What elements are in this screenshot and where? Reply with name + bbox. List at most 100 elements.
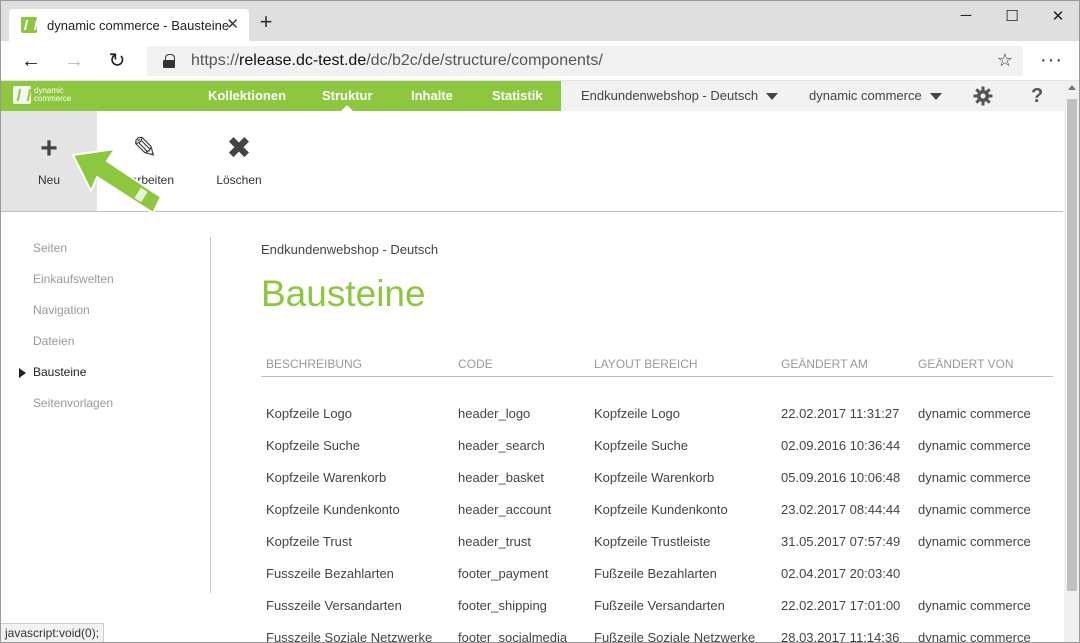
maximize-icon[interactable]: ☐ [989, 7, 1035, 25]
table-cell: dynamic commerce [918, 502, 1031, 517]
table-cell: 22.02.2017 11:31:27 [781, 406, 900, 421]
table-cell: 23.02.2017 08:44:44 [781, 502, 901, 517]
logo-text: dynamic commerce [34, 86, 72, 103]
x-icon: ✖ [226, 132, 252, 165]
table-cell: dynamic commerce [918, 630, 1031, 643]
minimize-icon[interactable]: ─ [943, 7, 989, 24]
table-cell: Fusszeile Soziale Netzwerke [266, 630, 433, 643]
table-row[interactable]: Kopfzeile Trust header_trust Kopfzeile Tru… [261, 534, 1053, 566]
sidebar-item-bausteine[interactable]: Bausteine [18, 365, 86, 379]
table-row[interactable]: Fusszeile Versandarten footer_shipping Fuß… [261, 598, 1053, 630]
table-cell: header_trust [458, 534, 531, 549]
page-title: Bausteine [261, 273, 426, 314]
lock-icon [163, 54, 175, 68]
table-cell: footer_payment [458, 566, 549, 581]
chevron-down-icon [766, 93, 779, 101]
sidebar-item-seiten[interactable]: Seiten [33, 241, 67, 255]
page-scrollbar[interactable] [1064, 81, 1079, 642]
column-header[interactable]: GEÄNDERT AM [781, 357, 868, 371]
table-cell: dynamic commerce [918, 598, 1031, 613]
refresh-icon[interactable]: ↻ [105, 49, 129, 73]
dc-favicon-icon [21, 17, 37, 33]
table-cell: Kopfzeile Kundenkonto [266, 502, 400, 517]
more-menu-icon[interactable]: ··· [1040, 49, 1063, 72]
tab-title: dynamic commerce - Bausteine [47, 17, 230, 33]
nav-kollektionen[interactable]: Kollektionen [208, 81, 286, 111]
close-window-icon[interactable]: ✕ [1035, 7, 1079, 25]
table-row[interactable]: Kopfzeile Kundenkonto header_account Kopfz… [261, 502, 1053, 534]
table-cell: header_search [458, 438, 545, 453]
table-row[interactable]: Fusszeile Soziale Netzwerke footer_social… [261, 630, 1053, 643]
column-header[interactable]: CODE [458, 357, 493, 371]
forward-icon[interactable]: → [62, 49, 86, 73]
nav-inhalte[interactable]: Inhalte [411, 81, 453, 111]
gear-icon[interactable] [973, 86, 993, 106]
dc-logo-icon [13, 86, 31, 104]
table-cell: Kopfzeile Warenkorb [594, 470, 715, 485]
table-cell: Kopfzeile Trust [266, 534, 352, 549]
table-cell: Kopfzeile Suche [594, 438, 688, 453]
table-cell: header_basket [458, 470, 545, 485]
table-cell: 02.04.2017 20:03:40 [781, 566, 901, 581]
tab-close-icon[interactable]: ✕ [226, 15, 239, 33]
url-field[interactable]: https://release.dc-test.de/dc/b2c/de/str… [147, 46, 1023, 76]
scroll-up-icon[interactable] [1068, 85, 1076, 90]
tab-bar: dynamic commerce - Bausteine ✕ + ─ ☐ ✕ [1, 1, 1079, 41]
sidebar-item-einkaufswelten[interactable]: Einkaufswelten [33, 272, 114, 286]
back-icon[interactable]: ← [19, 49, 43, 73]
url-text: https://release.dc-test.de/dc/b2c/de/str… [191, 52, 603, 69]
new-tab-icon[interactable]: + [254, 11, 278, 35]
table-row[interactable]: Kopfzeile Warenkorb header_basket Kopfzeil… [261, 470, 1053, 502]
sidebar-item-dateien[interactable]: Dateien [33, 334, 74, 348]
company-selector[interactable]: dynamic commerce [809, 81, 942, 111]
nav-struktur[interactable]: Struktur [322, 81, 373, 111]
breadcrumb: Endkundenwebshop - Deutsch [261, 242, 439, 257]
table-row[interactable]: Kopfzeile Suche header_search Kopfzeile Su… [261, 438, 1053, 470]
browser-tab[interactable]: dynamic commerce - Bausteine ✕ [9, 9, 249, 41]
table-cell: dynamic commerce [918, 534, 1031, 549]
table-cell: Fußzeile Bezahlarten [594, 566, 717, 581]
delete-button[interactable]: ✖ Löschen [191, 111, 287, 211]
table-header: BESCHREIBUNG CODE LAYOUT BEREICH GEÄNDER… [261, 357, 1053, 377]
table-cell: Fußzeile Soziale Netzwerke [594, 630, 756, 643]
structure-sidebar: Seiten Einkaufswelten Navigation Dateien… [1, 237, 211, 593]
browser-window: dynamic commerce - Bausteine ✕ + ─ ☐ ✕ ←… [0, 0, 1080, 643]
app-nav-bar: dynamic commerce Kollektionen Struktur I… [1, 81, 561, 111]
shop-selector[interactable]: Endkundenwebshop - Deutsch [581, 81, 779, 111]
table-cell: 22.02.2017 17:01:00 [781, 598, 901, 613]
table-cell: Kopfzeile Logo [266, 406, 353, 421]
table-row[interactable]: Fusszeile Bezahlarten footer_payment Fußze… [261, 566, 1053, 598]
table-cell: 28.03.2017 11:14:36 [781, 630, 900, 643]
table-cell: dynamic commerce [918, 438, 1031, 453]
table-cell: Kopfzeile Kundenkonto [594, 502, 728, 517]
hint-arrow-icon [71, 147, 163, 215]
favorite-star-icon[interactable]: ☆ [997, 50, 1013, 71]
dc-logo[interactable]: dynamic commerce [13, 86, 78, 104]
table-cell: footer_shipping [458, 598, 547, 613]
table-cell: Kopfzeile Trustleiste [594, 534, 711, 549]
nav-statistik[interactable]: Statistik [492, 81, 543, 111]
sidebar-item-seitenvorlagen[interactable]: Seitenvorlagen [33, 396, 113, 410]
table-cell: Kopfzeile Suche [266, 438, 360, 453]
chevron-down-icon [929, 93, 942, 101]
table-cell: dynamic commerce [918, 470, 1031, 485]
table-row[interactable]: Kopfzeile Logo header_logo Kopfzeile Logo 2… [261, 406, 1053, 438]
scroll-thumb[interactable] [1067, 99, 1077, 591]
column-header[interactable]: GEÄNDERT VON [918, 357, 1014, 371]
table-cell: Fusszeile Versandarten [266, 598, 402, 613]
column-header[interactable]: LAYOUT BEREICH [594, 357, 698, 371]
sidebar-item-navigation[interactable]: Navigation [33, 303, 90, 317]
table-cell: dynamic commerce [918, 406, 1031, 421]
help-icon[interactable]: ? [1031, 81, 1043, 111]
table-cell: 02.09.2016 10:36:44 [781, 438, 901, 453]
table-cell: 05.09.2016 10:06:48 [781, 470, 901, 485]
status-bar: javascript:void(0); [1, 623, 105, 642]
table-cell: header_account [458, 502, 552, 517]
table-cell: Kopfzeile Logo [594, 406, 681, 421]
table-cell: 31.05.2017 07:57:49 [781, 534, 901, 549]
column-header[interactable]: BESCHREIBUNG [266, 357, 362, 371]
table-cell: Fusszeile Bezahlarten [266, 566, 394, 581]
app-header: dynamic commerce Kollektionen Struktur I… [1, 81, 1079, 111]
table-cell: Kopfzeile Warenkorb [266, 470, 387, 485]
table-cell: footer_socialmedia [458, 630, 568, 643]
